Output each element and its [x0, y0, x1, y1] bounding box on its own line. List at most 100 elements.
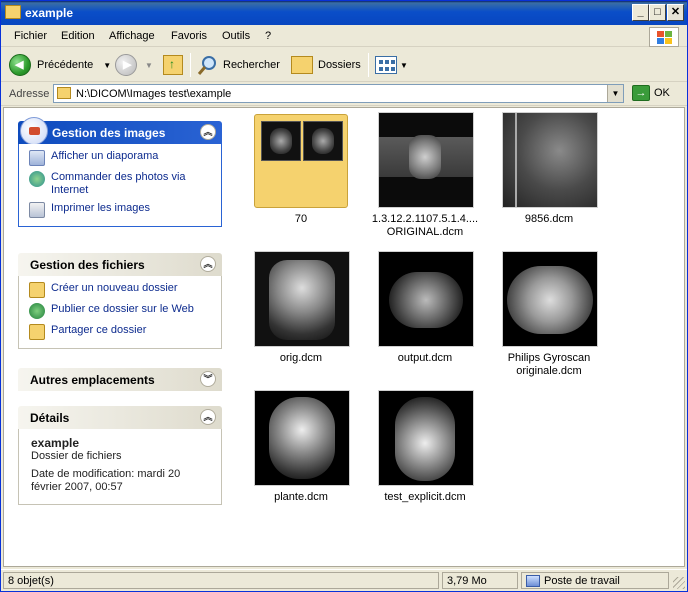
- go-button[interactable]: → OK: [632, 85, 670, 101]
- menu-outils[interactable]: Outils: [222, 30, 250, 42]
- panel-header[interactable]: Détails ︽: [18, 406, 222, 429]
- task-label: Imprimer les images: [51, 202, 151, 214]
- task-label: Afficher un diaporama: [51, 150, 159, 162]
- address-field[interactable]: N:\DICOM\Images test\example ▼: [53, 84, 624, 103]
- back-dropdown-icon[interactable]: ▼: [103, 61, 111, 70]
- task-label: Publier ce dossier sur le Web: [51, 303, 194, 315]
- publish-web-icon: [29, 303, 45, 319]
- dicom-thumbnail: [502, 112, 598, 208]
- window-title: example: [25, 6, 74, 20]
- file-name: test_explicit.dcm: [384, 491, 466, 503]
- panel-image-tasks: Gestion des images ︽ Afficher un diapora…: [18, 117, 222, 227]
- back-label: Précédente: [37, 59, 94, 71]
- globe-icon: [29, 171, 45, 187]
- file-name-line1: 1.3.12.2.1107.5.1.4....: [371, 213, 479, 225]
- task-new-folder[interactable]: Créer un nouveau dossier: [29, 282, 213, 298]
- task-label: Créer un nouveau dossier: [51, 282, 178, 294]
- new-folder-icon: [29, 282, 45, 298]
- maximize-button[interactable]: □: [649, 4, 666, 21]
- forward-button[interactable]: ▶ ▼: [115, 52, 153, 78]
- search-label: Rechercher: [223, 59, 280, 71]
- up-folder-button[interactable]: ↑: [163, 52, 183, 78]
- explorer-window: example _ □ ✕ Fichier Edition Affichage …: [0, 0, 688, 592]
- panel-header[interactable]: Gestion des fichiers ︽: [18, 253, 222, 276]
- panel-file-tasks: Gestion des fichiers ︽ Créer un nouveau …: [18, 253, 222, 349]
- file-name: orig.dcm: [279, 352, 323, 364]
- menu-help[interactable]: ?: [265, 30, 271, 42]
- views-icon: [375, 56, 397, 74]
- expand-chevron-icon[interactable]: ︾: [200, 371, 216, 387]
- status-size: 3,79 Mo: [442, 572, 518, 589]
- folders-label: Dossiers: [318, 59, 361, 71]
- address-path[interactable]: N:\DICOM\Images test\example: [76, 88, 231, 100]
- task-pane: Gestion des images ︽ Afficher un diapora…: [4, 108, 236, 566]
- task-label: Commander des photos via Internet: [51, 171, 186, 196]
- camera-icon: [20, 117, 48, 145]
- panel-body: Afficher un diaporama Commander des phot…: [18, 144, 222, 227]
- file-name-line1: Philips Gyroscan: [507, 352, 591, 364]
- details-modified: Date de modification: mardi 20 février 2…: [31, 468, 181, 493]
- up-folder-icon: ↑: [163, 55, 183, 75]
- collapse-chevron-icon[interactable]: ︽: [200, 256, 216, 272]
- dicom-thumbnail: [254, 251, 350, 347]
- panel-header[interactable]: Gestion des images ︽: [18, 117, 222, 145]
- menu-favoris[interactable]: Favoris: [171, 30, 207, 42]
- preview-image: [261, 121, 301, 161]
- go-arrow-icon: →: [632, 85, 650, 101]
- status-zone-label: Poste de travail: [544, 575, 620, 587]
- resize-grip[interactable]: [673, 577, 685, 589]
- preview-image: [303, 121, 343, 161]
- panel-details: Détails ︽ example Dossier de fichiers Da…: [18, 406, 222, 505]
- status-bar: 8 objet(s) 3,79 Mo Poste de travail: [1, 569, 687, 591]
- computer-icon: [526, 575, 540, 587]
- menu-bar: Fichier Edition Affichage Favoris Outils…: [1, 25, 687, 47]
- collapse-chevron-icon[interactable]: ︽: [200, 409, 216, 425]
- folder-icon: [57, 87, 71, 99]
- windows-logo-icon: [649, 27, 679, 47]
- dicom-thumbnail: [254, 390, 350, 486]
- minimize-button[interactable]: _: [632, 4, 649, 21]
- task-order-prints[interactable]: Commander des photos via Internet: [29, 171, 213, 197]
- dicom-thumbnail: [378, 390, 474, 486]
- address-dropdown-button[interactable]: ▼: [607, 85, 623, 102]
- dicom-thumbnail: [378, 251, 474, 347]
- dicom-thumbnail: [378, 112, 474, 208]
- file-name: plante.dcm: [274, 491, 328, 503]
- views-button[interactable]: ▼: [375, 52, 408, 78]
- folders-button[interactable]: Dossiers: [291, 52, 361, 78]
- menu-fichier[interactable]: Fichier: [14, 30, 47, 42]
- collapse-chevron-icon[interactable]: ︽: [200, 124, 216, 140]
- search-icon: [197, 54, 219, 76]
- folders-icon: [291, 56, 313, 74]
- task-share-folder[interactable]: Partager ce dossier: [29, 324, 213, 340]
- panel-title: Gestion des images: [52, 126, 166, 140]
- file-name-line2: ORIGINAL.dcm: [386, 226, 464, 238]
- file-name: output.dcm: [397, 352, 453, 364]
- task-slideshow[interactable]: Afficher un diaporama: [29, 150, 213, 166]
- menu-edition[interactable]: Edition: [61, 30, 95, 42]
- search-button[interactable]: Rechercher: [197, 52, 280, 78]
- views-dropdown-icon[interactable]: ▼: [400, 61, 408, 70]
- task-label: Partager ce dossier: [51, 324, 147, 336]
- forward-arrow-icon: ▶: [115, 54, 137, 76]
- slideshow-icon: [29, 150, 45, 166]
- panel-title: Détails: [30, 411, 70, 425]
- panel-header[interactable]: Autres emplacements ︾: [18, 368, 222, 391]
- close-button[interactable]: ✕: [667, 4, 684, 21]
- file-name: 1.3.12.2.1107.5.1.4.... ORIGINAL.dcm: [363, 213, 487, 239]
- folder-thumbnail: [254, 114, 348, 208]
- address-label: Adresse: [9, 88, 50, 100]
- task-publish-web[interactable]: Publier ce dossier sur le Web: [29, 303, 213, 319]
- status-count: 8 objet(s): [3, 572, 439, 589]
- go-label: OK: [654, 87, 670, 99]
- title-bar[interactable]: example _ □ ✕: [1, 1, 687, 25]
- back-button[interactable]: ◀ Précédente ▼: [9, 52, 111, 78]
- forward-dropdown-icon[interactable]: ▼: [145, 61, 153, 70]
- folder-icon: [5, 5, 21, 19]
- dicom-thumbnail: [502, 251, 598, 347]
- address-bar: Adresse N:\DICOM\Images test\example ▼ →…: [1, 82, 687, 106]
- panel-body: example Dossier de fichiers Date de modi…: [18, 429, 222, 505]
- task-print[interactable]: Imprimer les images: [29, 202, 213, 218]
- menu-affichage[interactable]: Affichage: [109, 30, 155, 42]
- file-name: Philips Gyroscan originale.dcm: [487, 352, 611, 378]
